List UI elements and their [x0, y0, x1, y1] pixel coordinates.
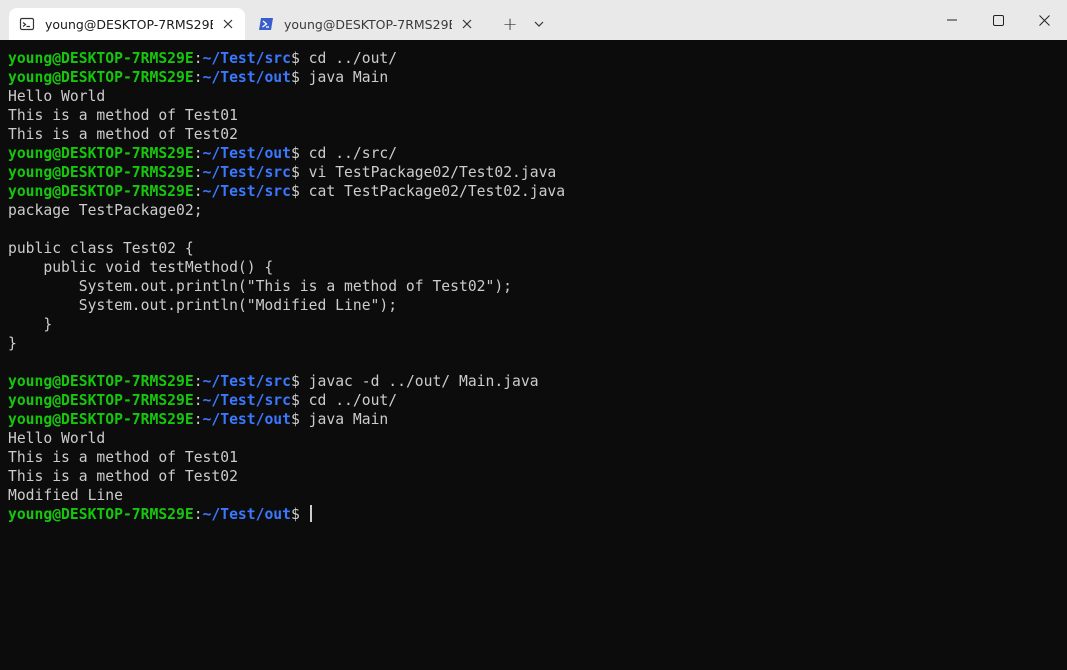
output-line: System.out.println("Modified Line"); — [8, 296, 565, 315]
prompt-path: ~/Test/out — [202, 506, 291, 523]
prompt-path: ~/Test/src — [202, 392, 291, 409]
prompt-line: young@DESKTOP-7RMS29E:~/Test/out$ java M… — [8, 68, 565, 87]
prompt-path: ~/Test/src — [202, 373, 291, 390]
output-text: Hello World — [8, 430, 106, 447]
command-text: $ cat TestPackage02/Test02.java — [290, 183, 566, 200]
prompt-user: young@DESKTOP-7RMS29E — [8, 69, 194, 86]
text-cursor — [309, 505, 312, 522]
prompt-separator: : — [193, 183, 203, 200]
output-text: package TestPackage02; — [8, 202, 203, 219]
prompt-line: young@DESKTOP-7RMS29E:~/Test/src$ javac … — [8, 372, 565, 391]
title-bar: young@DESKTOP-7RMS29E: ~ young@DESKTOP-7… — [0, 0, 1067, 40]
terminal-pane[interactable]: young@DESKTOP-7RMS29E:~/Test/src$ cd ../… — [0, 40, 1067, 635]
prompt-separator: : — [193, 50, 203, 67]
maximize-icon[interactable] — [975, 0, 1021, 40]
prompt-line: young@DESKTOP-7RMS29E:~/Test/src$ cd ../… — [8, 391, 565, 410]
terminal-icon — [19, 16, 35, 32]
close-tab-icon[interactable] — [219, 15, 237, 33]
output-text: System.out.println("Modified Line"); — [8, 297, 398, 314]
output-line: public class Test02 { — [8, 239, 565, 258]
prompt-line: young@DESKTOP-7RMS29E:~/Test/out$ cd ../… — [8, 144, 565, 163]
prompt-line: young@DESKTOP-7RMS29E:~/Test/src$ cat Te… — [8, 182, 565, 201]
command-text: $ java Main — [290, 411, 389, 428]
tab-ubuntu[interactable]: young@DESKTOP-7RMS29E: ~ — [9, 8, 245, 40]
prompt-separator: : — [193, 373, 203, 390]
tab-powershell[interactable]: young@DESKTOP-7RMS29E: ~ — [250, 8, 484, 40]
output-text: This is a method of Test01 — [8, 107, 238, 124]
output-text: } — [8, 335, 17, 352]
output-line: This is a method of Test01 — [8, 106, 565, 125]
powershell-icon — [258, 16, 274, 32]
command-text: $ cd ../out/ — [290, 392, 398, 409]
prompt-line: young@DESKTOP-7RMS29E:~/Test/src$ vi Tes… — [8, 163, 565, 182]
prompt-path: ~/Test/src — [202, 50, 291, 67]
command-text: $ java Main — [290, 69, 389, 86]
prompt-user: young@DESKTOP-7RMS29E — [8, 145, 194, 162]
command-text: $ javac -d ../out/ Main.java — [290, 373, 539, 390]
close-icon[interactable] — [1021, 0, 1067, 40]
output-line: This is a method of Test02 — [8, 125, 565, 144]
prompt-separator: : — [193, 145, 203, 162]
new-tab-button[interactable]: + — [498, 12, 522, 36]
output-line: This is a method of Test02 — [8, 467, 565, 486]
scrollbar[interactable] — [1062, 630, 1065, 670]
output-line: package TestPackage02; — [8, 201, 565, 220]
output-line: } — [8, 334, 565, 353]
minimize-icon[interactable] — [929, 0, 975, 40]
output-text: public class Test02 { — [8, 240, 194, 257]
prompt-line: young@DESKTOP-7RMS29E:~/Test/out$ java M… — [8, 410, 565, 429]
output-line: Hello World — [8, 429, 565, 448]
prompt-user: young@DESKTOP-7RMS29E — [8, 392, 194, 409]
close-tab-icon[interactable] — [458, 15, 476, 33]
command-text: $ vi TestPackage02/Test02.java — [290, 164, 557, 181]
command-text: $ cd ../src/ — [290, 145, 398, 162]
output-text: This is a method of Test02 — [8, 468, 238, 485]
prompt-separator: : — [193, 506, 203, 523]
prompt-user: young@DESKTOP-7RMS29E — [8, 373, 194, 390]
prompt-path: ~/Test/src — [202, 164, 291, 181]
output-line: } — [8, 315, 565, 334]
prompt-separator: : — [193, 392, 203, 409]
output-line: Hello World — [8, 87, 565, 106]
prompt-line: young@DESKTOP-7RMS29E:~/Test/src$ cd ../… — [8, 49, 565, 68]
output-line: This is a method of Test01 — [8, 448, 565, 467]
tab-title: young@DESKTOP-7RMS29E: ~ — [45, 16, 213, 32]
output-text: Hello World — [8, 88, 106, 105]
prompt-path: ~/Test/src — [202, 183, 291, 200]
output-line: Modified Line — [8, 486, 565, 505]
prompt-separator: : — [193, 164, 203, 181]
prompt-separator: : — [193, 411, 203, 428]
command-text: $ cd ../out/ — [290, 50, 398, 67]
output-text: This is a method of Test02 — [8, 126, 238, 143]
prompt-path: ~/Test/out — [202, 69, 291, 86]
tab-title: young@DESKTOP-7RMS29E: ~ — [284, 16, 452, 32]
output-line: public void testMethod() { — [8, 258, 565, 277]
output-text: Modified Line — [8, 487, 123, 504]
prompt-user: young@DESKTOP-7RMS29E — [8, 183, 194, 200]
prompt-user: young@DESKTOP-7RMS29E — [8, 164, 194, 181]
prompt-path: ~/Test/out — [202, 411, 291, 428]
output-text: } — [8, 316, 53, 333]
prompt-user: young@DESKTOP-7RMS29E — [8, 506, 194, 523]
prompt-line: young@DESKTOP-7RMS29E:~/Test/out$ — [8, 505, 565, 524]
prompt-path: ~/Test/out — [202, 145, 291, 162]
output-text: This is a method of Test01 — [8, 449, 238, 466]
prompt-separator: : — [193, 69, 203, 86]
output-text: System.out.println("This is a method of … — [8, 278, 513, 295]
output-text: public void testMethod() { — [8, 259, 274, 276]
command-text: $ — [290, 506, 309, 523]
prompt-user: young@DESKTOP-7RMS29E — [8, 411, 194, 428]
prompt-user: young@DESKTOP-7RMS29E — [8, 50, 194, 67]
chevron-down-icon[interactable] — [528, 12, 550, 36]
terminal-output: young@DESKTOP-7RMS29E:~/Test/src$ cd ../… — [8, 49, 565, 524]
output-line: System.out.println("This is a method of … — [8, 277, 565, 296]
